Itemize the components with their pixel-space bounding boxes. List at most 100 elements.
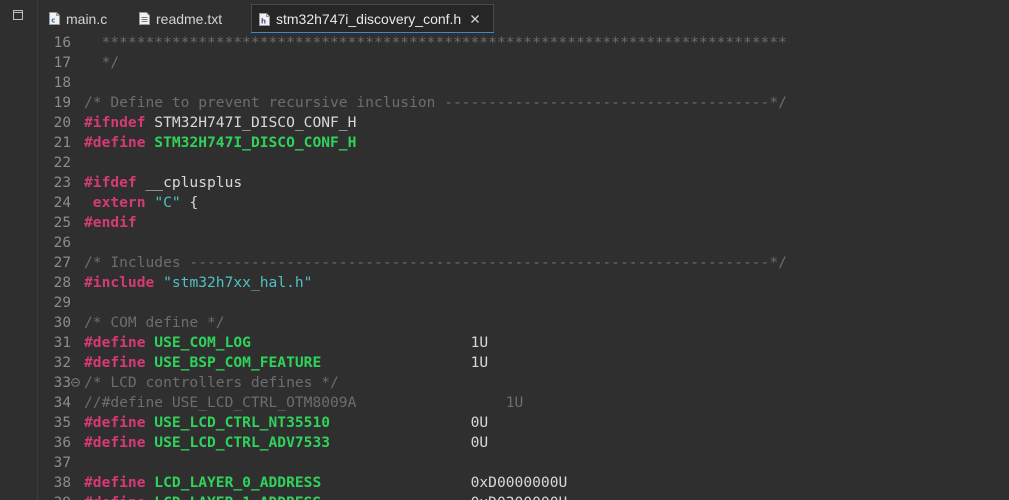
minimized-side-panel	[0, 0, 38, 500]
restore-icon	[13, 10, 23, 20]
line-text: #define USE_COM_LOG 1U	[84, 333, 488, 353]
close-tab-button[interactable]	[469, 13, 481, 25]
token-str: "C"	[154, 194, 181, 211]
header-file-icon: h	[259, 12, 270, 26]
token-cmt: */	[84, 54, 120, 71]
code-line[interactable]: 17 */	[38, 53, 1009, 73]
code-line[interactable]: 38 #define LCD_LAYER_0_ADDRESS 0xD0000000…	[38, 473, 1009, 493]
line-number: 17	[53, 55, 71, 71]
token-kw: #include	[84, 274, 155, 291]
svg-text:h: h	[261, 17, 266, 25]
token-kw: #define	[84, 434, 146, 451]
line-number: 38	[53, 475, 71, 491]
line-number: 18	[53, 75, 71, 91]
code-line[interactable]: 34 //#define USE_LCD_CTRL_OTM8009A 1U	[38, 393, 1009, 413]
line-text: #define STM32H747I_DISCO_CONF_H	[84, 133, 356, 153]
c-file-icon: c	[49, 12, 60, 25]
code-line[interactable]: 28 #include "stm32h7xx_hal.h"	[38, 273, 1009, 293]
code-line[interactable]: 24 extern "C" {	[38, 193, 1009, 213]
line-number: 22	[53, 155, 71, 171]
line-number: 21	[53, 135, 71, 151]
tab-stm32h747i-discovery-conf-h[interactable]: h stm32h747i_discovery_conf.h	[251, 4, 494, 34]
line-number: 35	[53, 415, 71, 431]
code-line[interactable]: 20 #ifndef STM32H747I_DISCO_CONF_H	[38, 113, 1009, 133]
line-text: ****************************************…	[84, 33, 787, 53]
line-text: #define LCD_LAYER_1_ADDRESS 0xD0200000U	[84, 493, 567, 500]
token-kw: #define	[84, 474, 146, 491]
token-num: 0U	[330, 434, 489, 451]
line-text: #define LCD_LAYER_0_ADDRESS 0xD0000000U	[84, 473, 567, 493]
code-line[interactable]: 27 /* Includes --------------------------…	[38, 253, 1009, 273]
token-mac: USE_COM_LOG	[145, 334, 251, 351]
line-text: /* COM define */	[84, 313, 225, 333]
line-number: 25	[53, 215, 71, 231]
token-num: 0U	[330, 414, 489, 431]
tab-label: readme.txt	[156, 10, 223, 27]
token-id: __cplusplus	[136, 174, 243, 191]
code-line[interactable]: 29	[38, 293, 1009, 313]
fold-toggle-icon[interactable]	[71, 378, 80, 387]
line-text: #define USE_LCD_CTRL_ADV7533 0U	[84, 433, 488, 453]
token-kw: #define	[84, 134, 146, 151]
line-number: 26	[53, 235, 71, 251]
line-number: 32	[53, 355, 71, 371]
code-line[interactable]: 36 #define USE_LCD_CTRL_ADV7533 0U	[38, 433, 1009, 453]
text-file-icon	[139, 12, 150, 25]
tab-main-c[interactable]: c main.c	[45, 4, 131, 33]
token-kw: #define	[84, 354, 146, 371]
line-text: #ifndef STM32H747I_DISCO_CONF_H	[84, 113, 356, 133]
tab-readme-txt[interactable]: readme.txt	[136, 4, 246, 33]
line-text: extern "C" {	[84, 193, 198, 213]
code-line[interactable]: 30 /* COM define */	[38, 313, 1009, 333]
code-line[interactable]: 19 /* Define to prevent recursive inclusi…	[38, 93, 1009, 113]
token-num: 0xD0200000U	[321, 494, 568, 500]
restore-panel-button[interactable]	[11, 8, 25, 22]
code-line[interactable]: 33 /* LCD controllers defines */	[38, 373, 1009, 393]
code-line[interactable]: 35 #define USE_LCD_CTRL_NT35510 0U	[38, 413, 1009, 433]
code-line[interactable]: 32 #define USE_BSP_COM_FEATURE 1U	[38, 353, 1009, 373]
line-number: 37	[53, 455, 71, 471]
line-number: 30	[53, 315, 71, 331]
line-number: 39	[38, 493, 71, 500]
line-number: 24	[53, 195, 71, 211]
token-mac: USE_LCD_CTRL_ADV7533	[145, 434, 331, 451]
code-line[interactable]: 31 #define USE_COM_LOG 1U	[38, 333, 1009, 353]
token-num: 1U	[250, 334, 489, 351]
line-text: /* Define to prevent recursive inclusion…	[84, 93, 787, 113]
token-str: "stm32h7xx_hal.h"	[163, 274, 313, 291]
svg-text:c: c	[51, 17, 55, 25]
token-kw: #define	[84, 334, 146, 351]
line-number: 29	[53, 295, 71, 311]
line-number: 27	[53, 255, 71, 271]
code-line[interactable]: 26	[38, 233, 1009, 253]
token-id: STM32H747I_DISCO_CONF_H	[145, 114, 357, 131]
line-number: 16	[53, 35, 71, 51]
code-line[interactable]: 21 #define STM32H747I_DISCO_CONF_H	[38, 133, 1009, 153]
code-editor[interactable]: 16 *************************************…	[38, 33, 1009, 500]
line-number: 28	[53, 275, 71, 291]
line-text: #define USE_LCD_CTRL_NT35510 0U	[84, 413, 488, 433]
line-number: 23	[53, 175, 71, 191]
code-line[interactable]: 25 #endif	[38, 213, 1009, 233]
token-kw: #define	[84, 494, 146, 500]
token-cmt: //#define USE_LCD_CTRL_OTM8009A 1U	[84, 394, 524, 411]
code-line[interactable]: 18	[38, 73, 1009, 93]
token-cmt: ****************************************…	[84, 34, 787, 51]
line-text: /* LCD controllers defines */	[84, 373, 339, 393]
line-number: 20	[53, 115, 71, 131]
code-line[interactable]: 39 #define LCD_LAYER_1_ADDRESS 0xD0200000…	[38, 493, 1009, 500]
close-icon	[471, 15, 480, 23]
code-line[interactable]: 16 *************************************…	[38, 33, 1009, 53]
code-line[interactable]: 22	[38, 153, 1009, 173]
token-kw: #ifndef	[84, 114, 146, 131]
code-line[interactable]: 37	[38, 453, 1009, 473]
line-number: 34	[53, 395, 71, 411]
line-text: #ifdef __cplusplus	[84, 173, 242, 193]
token-plain: {	[180, 194, 199, 211]
line-number: 36	[53, 435, 71, 451]
line-text: #define USE_BSP_COM_FEATURE 1U	[84, 353, 488, 373]
token-cmt: /* COM define */	[84, 314, 225, 331]
token-mac: LCD_LAYER_0_ADDRESS	[145, 474, 322, 491]
code-line[interactable]: 23 #ifdef __cplusplus	[38, 173, 1009, 193]
token-cmt: /* Define to prevent recursive inclusion…	[84, 94, 787, 111]
